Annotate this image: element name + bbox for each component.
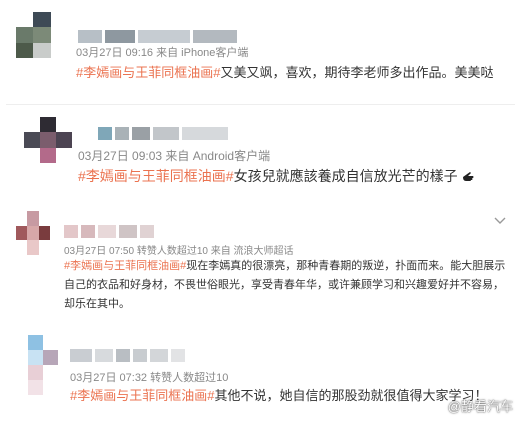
username-blurred[interactable]	[98, 127, 231, 140]
comment-1: 03月27日 09:16 来自 iPhone客户端 #李嫣画与王菲同框油画#又美…	[0, 0, 521, 104]
pointing-hand-icon	[463, 172, 474, 181]
comment-4: 03月27日 07:32 转赞人数超过10 #李嫣画与王菲同框油画#其他不说，她…	[0, 333, 521, 421]
username-blurred[interactable]	[78, 30, 240, 43]
topic-link[interactable]: #李嫣画与王菲同框油画#	[70, 388, 214, 403]
topic-link[interactable]: #李嫣画与王菲同框油画#	[64, 260, 186, 272]
avatar[interactable]	[28, 335, 58, 395]
topic-link[interactable]: #李嫣画与王菲同框油画#	[76, 65, 220, 80]
watermark: @静看汽车	[447, 399, 513, 414]
avatar[interactable]	[16, 12, 68, 58]
comment-2: 03月27日 09:03 来自 Android客户端 #李嫣画与王菲同框油画#女…	[0, 105, 521, 200]
comment-body: 又美又飒，喜欢，期待李老师多出作品。美美哒	[220, 65, 494, 80]
comment-text: #李嫣画与王菲同框油画#又美又飒，喜欢，期待李老师多出作品。美美哒	[76, 62, 506, 84]
username-blurred[interactable]	[70, 349, 188, 362]
chevron-down-icon[interactable]	[493, 213, 507, 227]
comment-meta: 03月27日 09:03 来自 Android客户端	[78, 149, 271, 163]
topic-link[interactable]: #李嫣画与王菲同框油画#	[78, 168, 234, 184]
comment-meta: 03月27日 07:50 转赞人数超过10 来自 流浪大师超话	[64, 246, 294, 257]
username-blurred[interactable]	[64, 225, 157, 238]
comment-text: #李嫣画与王菲同框油画#其他不说，她自信的那股劲就很值得大家学习！	[70, 385, 510, 407]
avatar[interactable]	[24, 117, 72, 163]
comment-body: 女孩兒就應該養成自信放光芒的樣子	[233, 168, 458, 184]
comment-text: #李嫣画与王菲同框油画#现在李嫣真的很漂亮，那种青春期的叛逆，扑面而来。能大胆展…	[64, 257, 508, 314]
comment-text: #李嫣画与王菲同框油画#女孩兒就應該養成自信放光芒的樣子	[78, 165, 508, 187]
comment-body: 其他不说，她自信的那股劲就很值得大家学习！	[214, 388, 488, 403]
avatar[interactable]	[16, 211, 50, 255]
comment-meta: 03月27日 09:16 来自 iPhone客户端	[76, 47, 249, 59]
comment-3: 03月27日 07:50 转赞人数超过10 来自 流浪大师超话 #李嫣画与王菲同…	[0, 205, 521, 330]
comment-meta: 03月27日 07:32 转赞人数超过10	[70, 372, 229, 384]
